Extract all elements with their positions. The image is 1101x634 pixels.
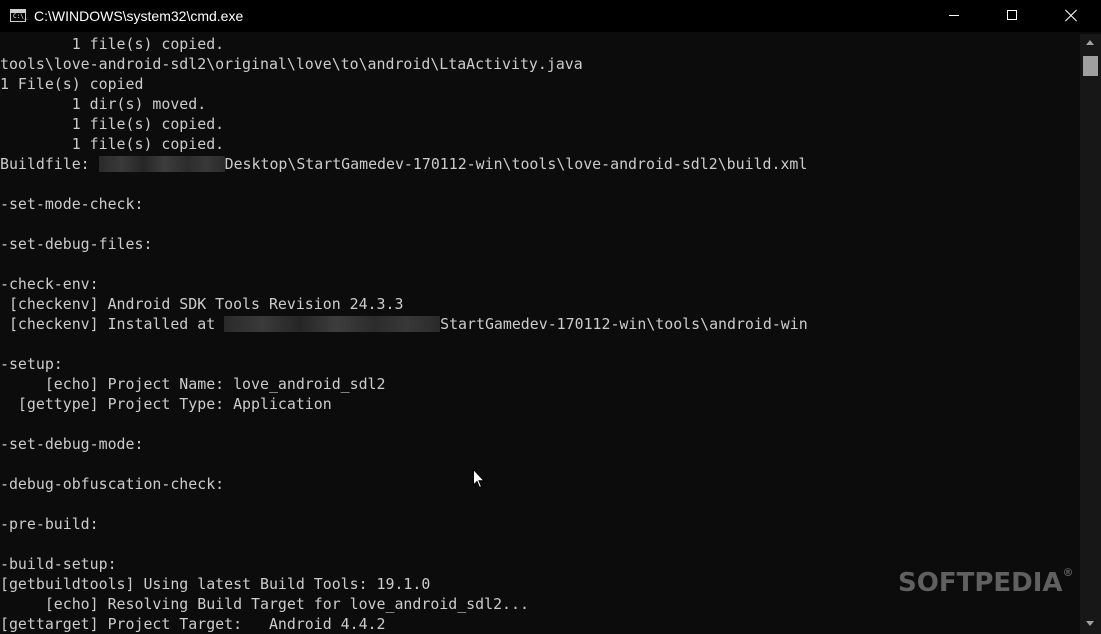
- console-line: 1 dir(s) moved.: [0, 95, 207, 113]
- buildfile-prefix: Buildfile:: [0, 155, 99, 173]
- scroll-up-arrow-icon[interactable]: [1086, 40, 1094, 45]
- console-line: 1 File(s) copied: [0, 75, 144, 93]
- window-title: C:\WINDOWS\system32\cmd.exe: [34, 8, 244, 24]
- scroll-down-arrow-icon[interactable]: [1086, 621, 1094, 626]
- console-line: tools\love-android-sdl2\original\love\to…: [0, 55, 583, 73]
- console-line: [gettarget] Project Target: Android 4.4.…: [0, 615, 386, 633]
- console-line: -set-debug-mode:: [0, 435, 144, 453]
- console-line: 1 file(s) copied.: [0, 135, 225, 153]
- console-line: [checkenv] Android SDK Tools Revision 24…: [0, 295, 404, 313]
- title-bar[interactable]: C:\_ C:\WINDOWS\system32\cmd.exe: [0, 0, 1101, 32]
- console-line: 1 file(s) copied.: [0, 35, 225, 53]
- minimize-button[interactable]: [925, 0, 983, 32]
- installed-prefix: [checkenv] Installed at: [0, 315, 225, 333]
- console-line: 1 file(s) copied.: [0, 115, 225, 133]
- console-output[interactable]: 1 file(s) copied. tools\love-android-sdl…: [0, 34, 1080, 634]
- console-line: -debug-obfuscation-check:: [0, 475, 225, 493]
- console-line: -set-mode-check:: [0, 195, 144, 213]
- maximize-icon: [1007, 10, 1017, 20]
- scrollbar-thumb[interactable]: [1083, 56, 1098, 76]
- console-line: -check-env:: [0, 275, 99, 293]
- registered-mark: ®: [1062, 566, 1074, 579]
- redacted-path: [98, 156, 225, 172]
- installed-suffix: StartGamedev-170112-win\tools\android-wi…: [440, 315, 808, 333]
- watermark-text: SOFTPEDIA: [898, 568, 1063, 598]
- console-line: [echo] Project Name: love_android_sdl2: [0, 375, 386, 393]
- console-line: [gettype] Project Type: Application: [0, 395, 332, 413]
- vertical-scrollbar[interactable]: [1080, 34, 1101, 634]
- close-icon: [1065, 9, 1077, 21]
- cmd-icon-glyph: C:\_: [13, 13, 28, 20]
- buildfile-suffix: Desktop\StartGamedev-170112-win\tools\lo…: [224, 155, 808, 173]
- console-line-installed: [checkenv] Installed at StartGamedev-170…: [0, 314, 1080, 334]
- console-line: -set-debug-files:: [0, 235, 153, 253]
- close-button[interactable]: [1041, 0, 1101, 32]
- console-line: -setup:: [0, 355, 63, 373]
- console-line-buildfile: Buildfile: Desktop\StartGamedev-170112-w…: [0, 154, 1080, 174]
- minimize-icon: [949, 15, 959, 16]
- cmd-window: C:\_ C:\WINDOWS\system32\cmd.exe 1 file(…: [0, 0, 1101, 634]
- maximize-button[interactable]: [983, 0, 1041, 32]
- console-line: -pre-build:: [0, 515, 99, 533]
- cmd-icon[interactable]: C:\_: [10, 9, 28, 22]
- mouse-pointer-icon: [473, 469, 485, 489]
- redacted-path: [224, 316, 441, 332]
- watermark-logo: SOFTPEDIA®: [898, 566, 1074, 598]
